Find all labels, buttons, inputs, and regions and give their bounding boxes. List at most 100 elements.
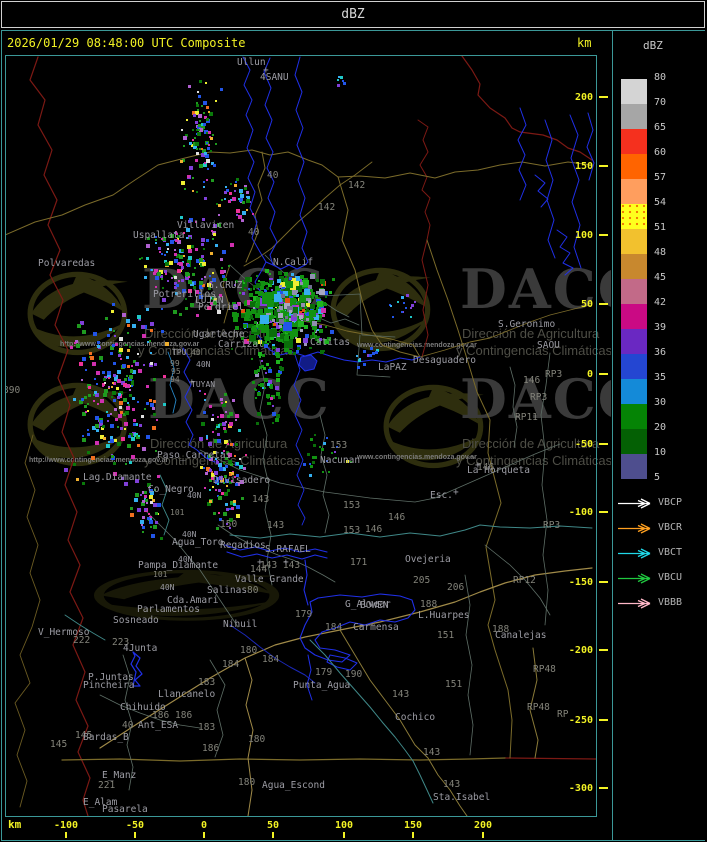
radar-echo	[273, 323, 276, 326]
radar-echo	[262, 387, 264, 389]
radar-echo	[194, 137, 196, 139]
radar-echo	[216, 461, 219, 464]
radar-echo	[263, 367, 266, 370]
radar-echo	[120, 427, 123, 430]
radar-echo	[332, 278, 335, 281]
radar-echo	[85, 369, 87, 371]
radar-echo	[87, 433, 90, 436]
radar-echo	[197, 109, 199, 111]
radar-echo	[112, 344, 115, 347]
radar-echo	[237, 505, 239, 507]
radar-echo	[234, 455, 236, 457]
radar-echo	[310, 289, 313, 292]
radar-echo	[88, 394, 91, 397]
radar-echo	[131, 365, 133, 367]
radar-echo	[187, 175, 190, 178]
legend-segment	[621, 229, 647, 254]
radar-echo	[206, 159, 210, 163]
radar-echo	[132, 324, 136, 328]
radar-echo	[110, 352, 113, 355]
legend-value-label: 70	[654, 97, 667, 108]
radar-echo	[124, 378, 127, 381]
legend-value-label: 48	[654, 247, 667, 258]
radar-echo	[185, 272, 189, 276]
place-label: +	[453, 487, 459, 498]
place-label: Perdriel	[198, 302, 244, 313]
radar-echo	[304, 289, 310, 295]
y-axis-label: 150	[575, 161, 593, 172]
radar-echo	[269, 341, 271, 343]
route-label: 180	[248, 734, 265, 745]
radar-echo	[194, 267, 196, 269]
place-label: Nacunan	[320, 455, 360, 466]
radar-echo	[258, 352, 262, 356]
radar-echo	[70, 346, 73, 349]
radar-echo	[253, 307, 255, 309]
radar-echo	[76, 478, 79, 481]
route-label: 179	[315, 667, 332, 678]
radar-echo	[153, 378, 156, 381]
radar-echo	[369, 354, 372, 357]
radar-echo	[146, 308, 149, 311]
radar-echo	[92, 362, 96, 366]
radar-echo	[198, 95, 201, 98]
radar-echo	[131, 437, 135, 441]
radar-echo	[118, 354, 121, 357]
radar-echo	[252, 324, 254, 326]
radar-echo	[254, 370, 258, 374]
radar-echo	[280, 358, 283, 361]
radar-echo	[288, 350, 292, 354]
radar-echo	[176, 284, 179, 287]
radar-echo	[246, 199, 250, 203]
map-line	[534, 174, 549, 208]
route-label: 153	[330, 440, 347, 451]
radar-echo	[123, 398, 127, 402]
place-label: S.Geronimo	[498, 319, 555, 330]
route-label: 184	[325, 622, 342, 633]
radar-echo	[209, 469, 212, 472]
vbbb-arrow-icon	[618, 598, 651, 609]
radar-echo	[111, 455, 114, 458]
radar-echo	[126, 406, 130, 410]
radar-echo	[192, 190, 194, 192]
radar-echo	[199, 80, 202, 83]
radar-echo	[218, 489, 221, 492]
radar-echo	[113, 462, 116, 465]
radar-echo	[206, 179, 208, 181]
radar-echo	[272, 422, 274, 424]
legend-value-label: 42	[654, 297, 667, 308]
radar-echo	[242, 201, 245, 204]
radar-echo	[145, 499, 148, 502]
radar-echo	[264, 387, 266, 389]
radar-echo	[249, 293, 253, 297]
radar-echo	[106, 411, 108, 413]
radar-echo	[142, 334, 146, 338]
legend-arrow-label: VBCU	[658, 572, 683, 583]
radar-echo	[166, 243, 169, 246]
radar-echo	[186, 237, 188, 239]
route-label: 184	[222, 659, 239, 670]
radar-echo	[264, 378, 268, 382]
legend-segment	[621, 329, 647, 354]
radar-echo	[277, 279, 281, 283]
radar-echo	[161, 308, 163, 310]
radar-echo	[301, 303, 305, 307]
y-axis-label: -300	[569, 783, 593, 794]
radar-echo	[311, 292, 315, 296]
place-label: Nihuil	[223, 619, 257, 630]
radar-echo	[129, 375, 133, 379]
radar-echo	[112, 382, 114, 384]
radar-echo	[111, 310, 114, 313]
radar-echo	[414, 301, 416, 303]
legend-value-label: 54	[654, 197, 667, 208]
y-axis-label: -150	[569, 577, 593, 588]
place-label: Canalejas	[495, 630, 546, 641]
place-label: Divisadero	[213, 475, 270, 486]
radar-echo	[255, 389, 257, 391]
radar-echo	[106, 444, 110, 448]
legend-segment	[621, 304, 647, 329]
radar-echo	[253, 285, 256, 288]
radar-echo	[304, 325, 308, 329]
radar-echo	[207, 147, 210, 150]
radar-echo	[199, 148, 201, 150]
